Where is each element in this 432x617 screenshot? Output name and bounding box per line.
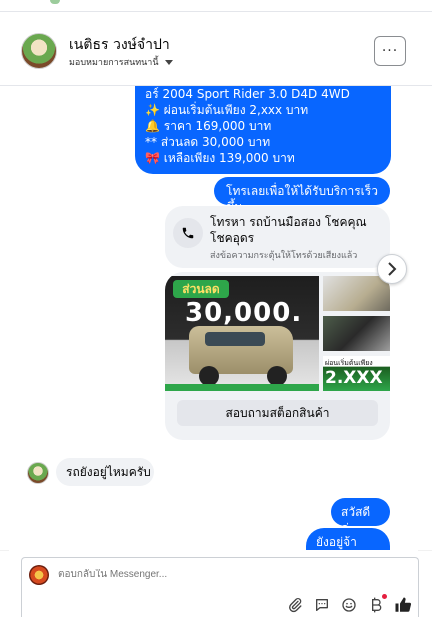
top-strip-indicator [50, 0, 60, 4]
assign-conversation-label: มอบหมายการสนทนานี้ [69, 58, 159, 68]
composer-toolbar [286, 594, 412, 614]
thumb-amount: 2.XXX [325, 368, 383, 388]
page-avatar[interactable] [21, 33, 57, 69]
offer-message-bubble: อร์ 2004 Sport Rider 3.0 D4D 4WD ✨ ผ่อนเ… [135, 86, 391, 174]
incoming-message-bubble: รถยังอยู่ไหมครับ [56, 458, 154, 486]
message-thread[interactable]: อร์ 2004 Sport Rider 3.0 D4D 4WD ✨ ผ่อนเ… [0, 86, 432, 550]
comment-icon[interactable] [313, 596, 331, 614]
page-name[interactable]: เนติธร วงษ์จำปา [69, 34, 170, 56]
emoji-icon[interactable] [340, 596, 358, 614]
carousel-next-button[interactable] [377, 254, 407, 284]
call-request-card[interactable]: โทรหา รถบ้านมือสอง โชคคุณ โชคอุดร ส่งข้อ… [165, 206, 390, 268]
caret-down-icon [164, 59, 173, 65]
page-avatar-small [29, 565, 49, 585]
phone-icon [173, 218, 203, 248]
reply-message-bubble: ยังอยู่จ้าลูกค้า [306, 528, 390, 550]
attach-icon[interactable] [286, 596, 304, 614]
truck-wheel [199, 366, 219, 386]
chevron-right-icon [388, 262, 397, 276]
offer-line: อร์ 2004 Sport Rider 3.0 D4D 4WD [145, 87, 350, 101]
call-card-subtitle: ส่งข้อความกระตุ้นให้โทรด้วยเสียงแล้ว [210, 251, 358, 261]
discount-amount-text: 30,000. [185, 298, 303, 328]
discount-badge: ส่วนลด [173, 280, 229, 298]
reply-message-bubble: สวัสดีค่ะ [331, 498, 390, 535]
product-thumbnail-interior[interactable] [323, 316, 390, 351]
reply-input[interactable] [58, 569, 398, 580]
offer-line: 🔔 ราคา 169,000 บาท [145, 119, 272, 133]
notification-dot [382, 594, 387, 599]
product-thumbnail-promo[interactable]: ผ่อนเริ่มต้นเพียง 2.XXX [323, 356, 390, 391]
bitcoin-icon[interactable] [367, 594, 387, 614]
thumbs-up-icon[interactable] [394, 596, 412, 614]
offer-line: ** ส่วนลด 30,000 บาท [145, 135, 271, 149]
promo-stripe [165, 384, 319, 391]
ask-stock-button[interactable]: สอบถามสต็อกสินค้า [177, 400, 378, 426]
conversation-header: เนติธร วงษ์จำปา มอบหมายการสนทนานี้ ··· [0, 22, 432, 86]
more-options-button[interactable]: ··· [374, 36, 406, 66]
product-carousel-card[interactable]: ส่วนลด 30,000. ผ่อนเริ่มต้นเพียง 2.XXX ส… [165, 272, 390, 440]
offer-line: 🎀 เหลือเพียง 139,000 บาท [145, 151, 295, 165]
top-strip [0, 0, 432, 12]
product-main-image[interactable]: ส่วนลด 30,000. [165, 276, 319, 391]
reply-composer [21, 557, 419, 617]
truck-wheel [267, 366, 287, 386]
assign-conversation-dropdown[interactable]: มอบหมายการสนทนานี้ [69, 55, 173, 69]
call-card-title: โทรหา รถบ้านมือสอง โชคคุณ โชคอุดร [210, 215, 367, 245]
product-thumbnail-exterior[interactable] [323, 276, 390, 311]
customer-avatar[interactable] [27, 462, 49, 484]
offer-line: ✨ ผ่อนเริ่มต้นเพียง 2,xxx บาท [145, 103, 309, 117]
cta-message-bubble: โทรเลยเพื่อให้ได้รับบริการเร็วขึ้น [214, 177, 390, 214]
truck-window [205, 332, 265, 346]
